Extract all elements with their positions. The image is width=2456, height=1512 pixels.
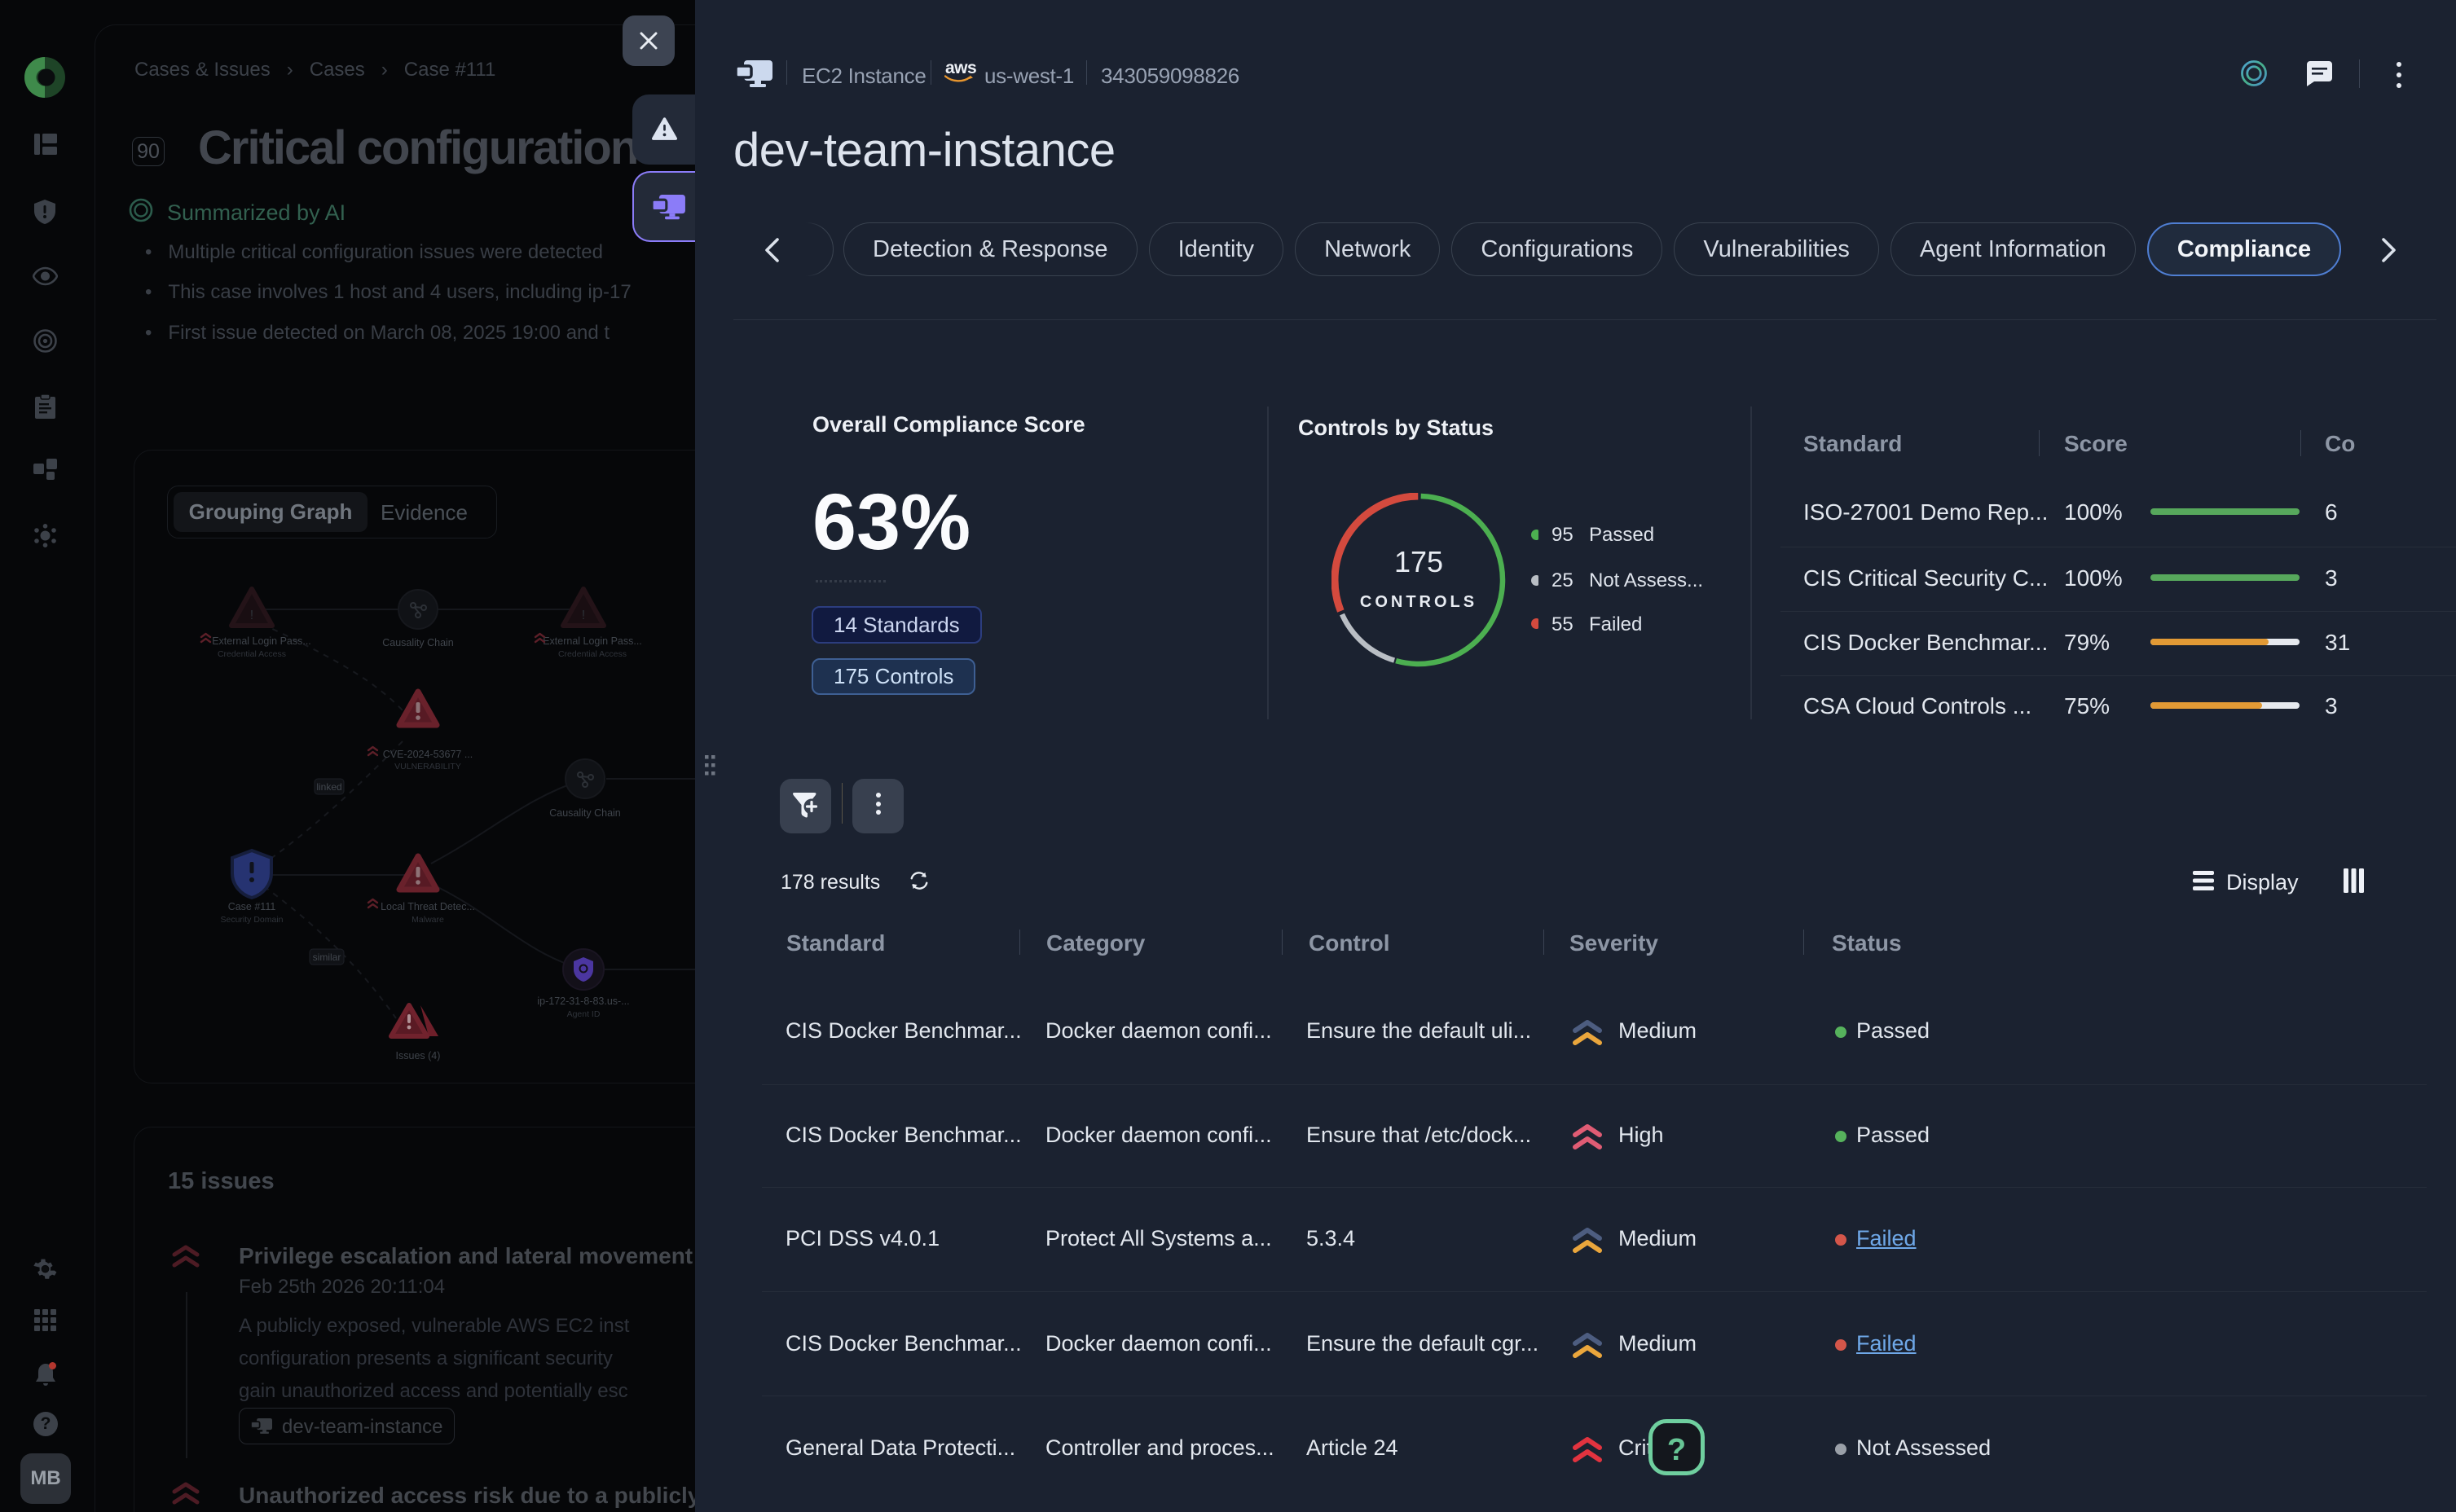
svg-text:linked: linked bbox=[316, 781, 341, 793]
svg-text:!: ! bbox=[250, 609, 253, 622]
svg-text:similar: similar bbox=[313, 952, 341, 963]
svg-text:External Login Pass...: External Login Pass... bbox=[212, 635, 311, 647]
svg-text:Causality Chain: Causality Chain bbox=[549, 807, 621, 819]
svg-text:ip-172-31-8-83.us-...: ip-172-31-8-83.us-... bbox=[537, 996, 629, 1007]
svg-text:Credential Access: Credential Access bbox=[558, 649, 627, 659]
svg-text:CONTROLS: CONTROLS bbox=[1360, 593, 1477, 611]
svg-text:175: 175 bbox=[1394, 545, 1443, 578]
svg-text:VULNERABILITY: VULNERABILITY bbox=[394, 762, 461, 771]
svg-text:Local Threat Detec...: Local Threat Detec... bbox=[381, 901, 475, 912]
svg-text:!: ! bbox=[582, 609, 585, 622]
svg-text:External Login Pass...: External Login Pass... bbox=[543, 635, 642, 647]
svg-text:CVE-2024-53677 ...: CVE-2024-53677 ... bbox=[383, 749, 473, 760]
svg-text:Causality Chain: Causality Chain bbox=[382, 637, 454, 648]
svg-text:Case #111: Case #111 bbox=[228, 901, 276, 912]
svg-text:Agent ID: Agent ID bbox=[567, 1009, 601, 1019]
svg-text:Issues (4): Issues (4) bbox=[396, 1050, 441, 1061]
svg-text:Security Domain: Security Domain bbox=[220, 915, 283, 925]
svg-text:Malware: Malware bbox=[412, 915, 444, 925]
svg-text:Credential Access: Credential Access bbox=[218, 649, 286, 659]
